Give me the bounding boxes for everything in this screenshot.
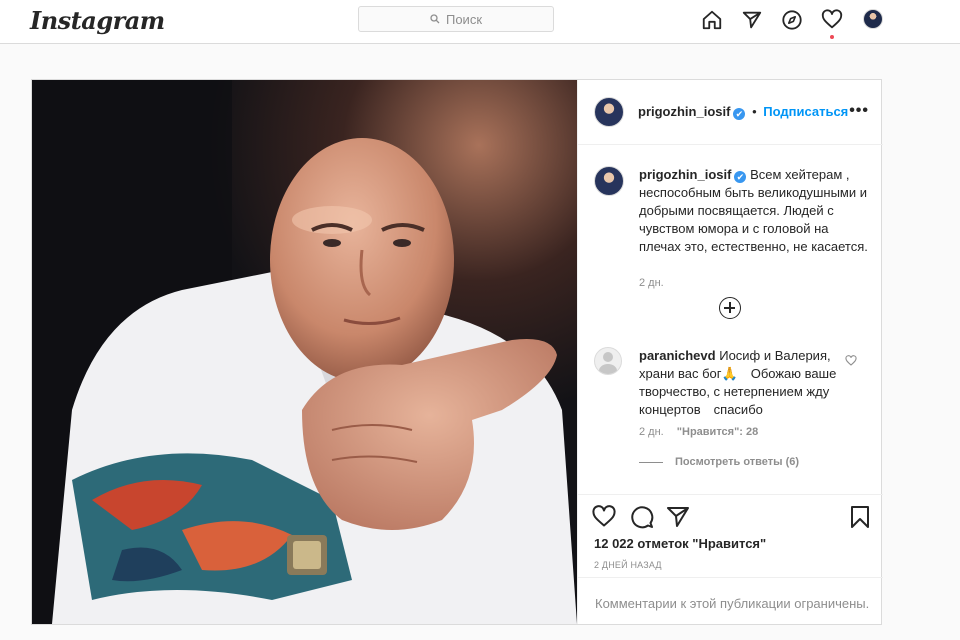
- more-options-icon[interactable]: •••: [849, 102, 869, 120]
- post-actions: [578, 494, 883, 534]
- comment-body: paranichevd Иосиф и Валерия, храни вас б…: [639, 347, 849, 419]
- author-username[interactable]: prigozhin_iosif: [638, 104, 730, 119]
- profile-avatar[interactable]: [863, 9, 883, 29]
- post-photo[interactable]: [32, 80, 577, 624]
- post-author-line: prigozhin_iosif ✔ • Подписаться: [638, 104, 848, 120]
- load-more-comments-icon[interactable]: [719, 297, 741, 319]
- view-replies-label: Посмотреть ответы (6): [675, 456, 800, 468]
- commenter-avatar[interactable]: [594, 347, 622, 375]
- comment-time[interactable]: 2 дн.: [639, 426, 664, 438]
- comment-icon[interactable]: [630, 505, 654, 529]
- caption-author[interactable]: prigozhin_iosif: [639, 167, 731, 182]
- notification-dot: [830, 35, 834, 39]
- instagram-logo[interactable]: Instagram: [30, 6, 165, 35]
- search-input[interactable]: Поиск: [358, 6, 554, 32]
- separator-dot: •: [752, 104, 757, 119]
- search-placeholder: Поиск: [445, 11, 483, 27]
- search-icon: [430, 14, 440, 24]
- post-timestamp[interactable]: 2 ДНЕЙ НАЗАД: [594, 560, 662, 570]
- direct-icon[interactable]: [740, 8, 764, 32]
- follow-button[interactable]: Подписаться: [763, 104, 848, 119]
- compass-icon[interactable]: [780, 8, 804, 32]
- verified-badge-icon: ✔: [733, 108, 746, 120]
- like-heart-icon[interactable]: [592, 505, 616, 529]
- comment-meta: 2 дн. "Нравится": 28: [639, 426, 758, 438]
- top-navigation-bar: Instagram Поиск: [0, 0, 960, 44]
- comment-heart-icon[interactable]: [845, 354, 857, 372]
- post-sidebar: prigozhin_iosif ✔ • Подписаться ••• prigo…: [577, 80, 883, 624]
- commenter-username[interactable]: paranichevd: [639, 348, 716, 363]
- view-replies-button[interactable]: Посмотреть ответы (6): [639, 456, 799, 468]
- caption-time[interactable]: 2 дн.: [639, 274, 869, 292]
- comments-restricted-notice: Комментарии к этой публикации ограничены…: [578, 577, 883, 624]
- replies-divider: [639, 461, 663, 463]
- home-icon[interactable]: [700, 8, 724, 32]
- share-icon[interactable]: [666, 505, 690, 529]
- post-caption: prigozhin_iosif ✔ Всем хейтерам , неспосо…: [639, 166, 869, 292]
- heart-icon[interactable]: [820, 8, 844, 32]
- author-avatar[interactable]: [594, 97, 624, 127]
- likes-count[interactable]: 12 022 отметок "Нравится": [594, 536, 766, 551]
- comment-likes[interactable]: "Нравится": 28: [677, 426, 758, 438]
- verified-badge-icon: ✔: [734, 171, 747, 183]
- post-card: prigozhin_iosif ✔ • Подписаться ••• prigo…: [31, 79, 883, 625]
- caption-author-avatar[interactable]: [594, 166, 624, 196]
- post-header: prigozhin_iosif ✔ • Подписаться •••: [578, 80, 883, 145]
- bookmark-icon[interactable]: [848, 505, 872, 529]
